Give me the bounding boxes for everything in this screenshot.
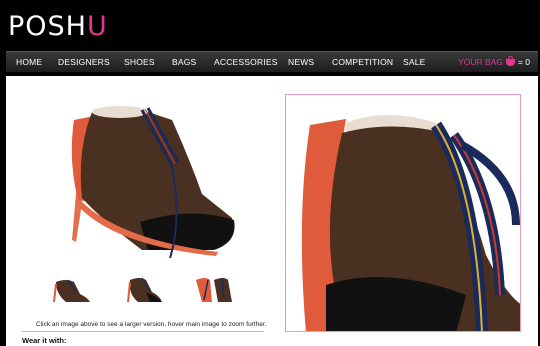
site-logo[interactable]: POSH U	[8, 11, 108, 42]
nav-competition[interactable]: COMPETITION	[332, 52, 393, 73]
nav-news[interactable]: NEWS	[288, 52, 314, 73]
nav-designers[interactable]: DESIGNERS	[58, 52, 110, 73]
thumbnail-1[interactable]	[46, 272, 98, 308]
site-header: POSH U	[0, 0, 540, 50]
nav-shoes[interactable]: SHOES	[124, 52, 155, 73]
nav-home[interactable]: HOME	[16, 52, 42, 73]
thumbnail-3[interactable]	[188, 272, 240, 308]
shopping-bag-icon	[505, 56, 515, 66]
zoom-hint-text: Click an image above to see a larger ver…	[36, 321, 267, 328]
bag-count: = 0	[517, 57, 530, 67]
main-product-image[interactable]	[22, 90, 252, 300]
nav-sale[interactable]: SALE	[403, 52, 426, 73]
logo-text: POSH	[8, 11, 87, 42]
product-area: Click an image above to see a larger ver…	[6, 76, 538, 346]
your-bag-link[interactable]: YOUR BAG = 0	[458, 52, 530, 73]
thumbnail-2[interactable]	[116, 272, 168, 308]
logo-accent-letter: U	[86, 11, 108, 42]
zoom-preview[interactable]	[285, 94, 521, 332]
zoomed-product-image	[301, 115, 520, 331]
nav-bags[interactable]: BAGS	[172, 52, 196, 73]
nav-accessories[interactable]: ACCESSORIES	[214, 52, 278, 73]
main-nav: HOME DESIGNERS SHOES BAGS ACCESSORIES NE…	[6, 51, 538, 72]
bag-label: YOUR BAG	[458, 57, 503, 67]
wear-it-with-heading: Wear it with:	[22, 336, 67, 345]
section-divider	[22, 331, 264, 332]
